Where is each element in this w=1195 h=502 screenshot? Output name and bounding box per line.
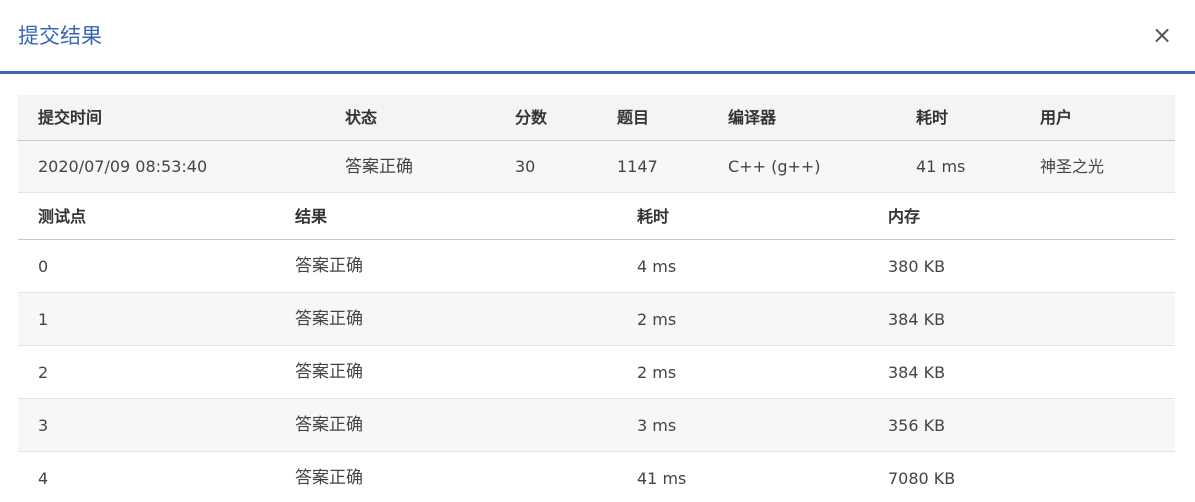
col-elapsed: 耗时 [916,108,949,127]
case-result: 答案正确 [295,309,363,329]
table-row: 4 答案正确 41 ms 7080 KB [18,452,1175,502]
user-name: 神圣之光 [1040,157,1105,176]
col-problem: 题目 [617,108,650,127]
col-memory: 内存 [888,207,921,226]
col-case-time: 耗时 [637,207,670,226]
test-point-id: 1 [38,310,49,329]
status-badge: 答案正确 [345,157,413,177]
case-time: 3 ms [637,416,677,435]
case-time: 41 ms [637,469,687,488]
case-result: 答案正确 [295,468,363,488]
col-result: 结果 [295,207,328,226]
summary-row: 2020/07/09 08:53:40 答案正确 30 1147 C++ (g+… [18,141,1175,193]
case-memory: 356 KB [888,416,946,435]
summary-header-row: 提交时间 状态 分数 题目 编译器 耗时 用户 [18,95,1175,141]
col-test-point: 测试点 [38,207,87,226]
test-point-id: 4 [38,469,49,488]
compiler: C++ (g++) [728,157,821,176]
case-memory: 384 KB [888,310,946,329]
dialog-title: 提交结果 [18,24,102,48]
case-time: 2 ms [637,363,677,382]
table-row: 1 答案正确 2 ms 384 KB [18,293,1175,346]
case-time: 2 ms [637,310,677,329]
col-user: 用户 [1040,108,1073,127]
table-row: 3 答案正确 3 ms 356 KB [18,399,1175,452]
col-score: 分数 [515,108,548,127]
col-compiler: 编译器 [728,108,777,127]
col-submit-time: 提交时间 [38,108,103,127]
close-button[interactable]: × [1151,22,1173,48]
test-point-id: 2 [38,363,49,382]
cases-header-row: 测试点 结果 耗时 内存 [18,193,1175,240]
elapsed-time: 41 ms [916,157,966,176]
table-row: 2 答案正确 2 ms 384 KB [18,346,1175,399]
test-point-id: 3 [38,416,49,435]
case-result: 答案正确 [295,362,363,382]
case-time: 4 ms [637,257,677,276]
case-memory: 7080 KB [888,469,956,488]
case-result: 答案正确 [295,256,363,276]
dialog-header: 提交结果 × [0,0,1195,74]
result-table: 提交时间 状态 分数 题目 编译器 耗时 用户 2020/07/09 08:53… [18,95,1175,502]
col-status: 状态 [345,108,378,127]
problem-link[interactable]: 1147 [617,141,658,193]
case-result: 答案正确 [295,415,363,435]
case-memory: 380 KB [888,257,946,276]
score: 30 [515,157,536,176]
submission-result-dialog: 提交结果 × 提交时间 状态 分数 题目 编译器 耗时 用户 2020/07/0… [0,0,1195,502]
case-memory: 384 KB [888,363,946,382]
table-row: 0 答案正确 4 ms 380 KB [18,240,1175,293]
submit-time: 2020/07/09 08:53:40 [38,157,208,176]
test-point-id: 0 [38,257,49,276]
